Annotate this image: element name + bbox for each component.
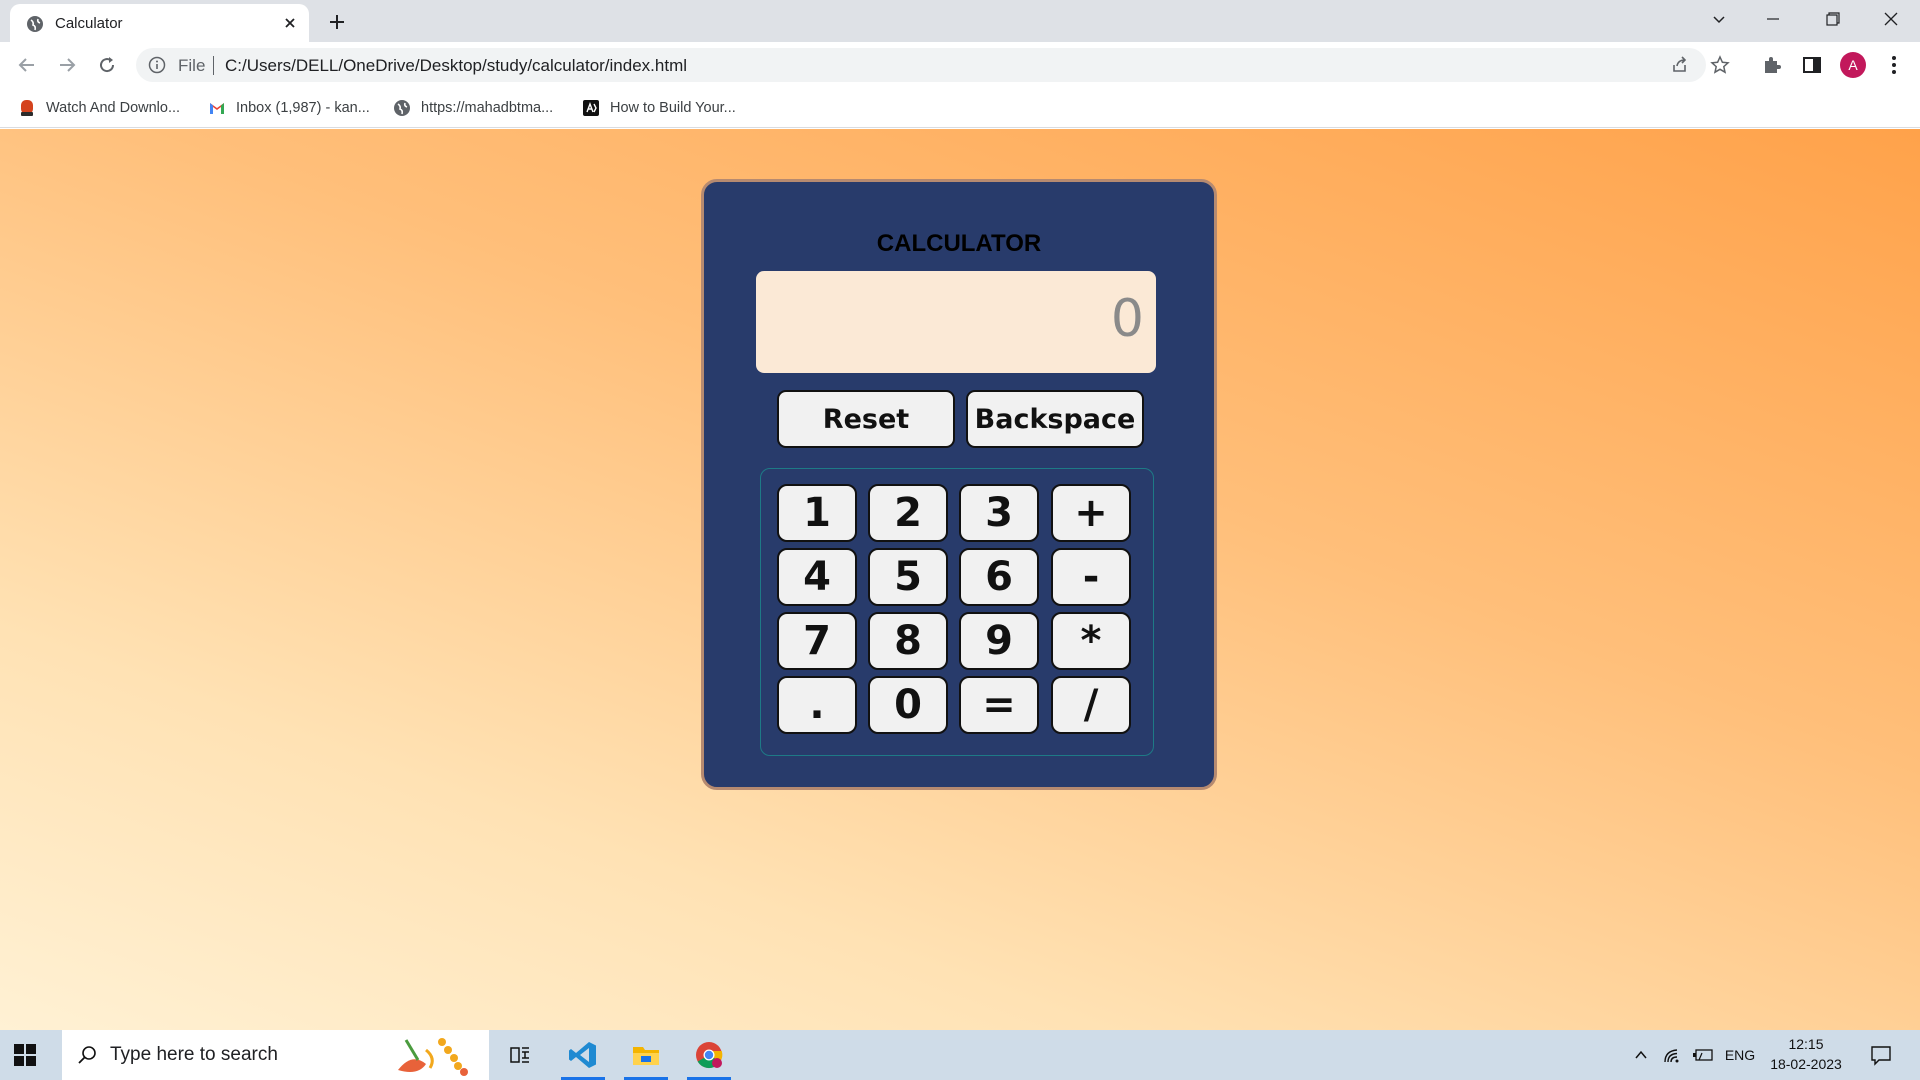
chevron-down-icon (1713, 16, 1725, 24)
key-decimal[interactable]: . (777, 676, 857, 734)
reload-icon (100, 57, 115, 73)
clock-date: 18-02-2023 (1770, 1056, 1842, 1072)
show-hidden-icons-button[interactable] (1628, 1043, 1654, 1067)
site-icon (583, 100, 599, 116)
windows-start-icon[interactable] (12, 1042, 38, 1068)
side-panel-button[interactable] (1800, 53, 1824, 77)
forward-arrow-icon (60, 58, 76, 72)
browser-toolbar: File C:/Users/DELL/OneDrive/Desktop/stud… (0, 42, 1920, 88)
puzzle-icon (1765, 57, 1781, 73)
tab-strip: Calculator (0, 0, 1920, 42)
task-view-button[interactable] (494, 1030, 546, 1080)
menu-button[interactable] (1882, 53, 1906, 77)
key-2[interactable]: 2 (868, 484, 948, 542)
bookmark-3[interactable]: How to Build Your... (582, 96, 736, 120)
restore-button[interactable] (1810, 4, 1856, 34)
bookmark-1[interactable]: Inbox (1,987) - kan... (208, 96, 370, 120)
restore-icon (1826, 12, 1840, 26)
info-icon[interactable] (148, 56, 166, 74)
tab-calculator[interactable]: Calculator (10, 4, 309, 42)
language-indicator[interactable]: ENG (1722, 1043, 1758, 1067)
search-icon (78, 1046, 96, 1064)
star-icon[interactable] (1710, 55, 1730, 75)
backspace-button[interactable]: Backspace (966, 390, 1144, 448)
profile-avatar[interactable]: A (1840, 52, 1866, 78)
close-tab-icon[interactable] (280, 13, 300, 33)
folder-icon (633, 1047, 659, 1065)
scheme-label: File (178, 56, 206, 75)
taskbar-app-file-explorer[interactable] (620, 1030, 672, 1080)
address-bar[interactable]: File C:/Users/DELL/OneDrive/Desktop/stud… (136, 48, 1730, 82)
search-placeholder: Type here to search (110, 1044, 278, 1065)
minimize-button[interactable] (1750, 4, 1796, 34)
key-multiply[interactable]: * (1051, 612, 1131, 670)
tab-title: Calculator (55, 15, 123, 32)
reset-button[interactable]: Reset (777, 390, 955, 448)
app-icon (21, 100, 33, 116)
key-3[interactable]: 3 (959, 484, 1039, 542)
globe-icon (27, 16, 43, 32)
bookmark-label: How to Build Your... (610, 100, 736, 116)
taskbar-app-chrome[interactable] (683, 1030, 735, 1080)
bookmark-label: https://mahadbtma... (421, 100, 554, 116)
taskbar-app-vscode[interactable] (557, 1030, 609, 1080)
wifi-icon (1664, 1049, 1679, 1063)
kebab-menu-icon (1892, 56, 1896, 74)
task-view-icon (510, 1047, 529, 1063)
globe-icon (394, 100, 410, 116)
battery-button[interactable] (1690, 1043, 1716, 1067)
clock-time: 12:15 (1788, 1036, 1824, 1052)
vscode-icon (569, 1042, 596, 1068)
tab-search-button[interactable] (1696, 4, 1742, 34)
key-4[interactable]: 4 (777, 548, 857, 606)
bookmarks-bar: Watch And Downlo... Inbox (1,987) - kan.… (0, 88, 1920, 128)
key-8[interactable]: 8 (868, 612, 948, 670)
key-divide[interactable]: / (1051, 676, 1131, 734)
notification-icon (1871, 1046, 1891, 1066)
side-panel-icon (1803, 57, 1821, 73)
bookmark-label: Watch And Downlo... (46, 100, 181, 116)
key-plus[interactable]: + (1051, 484, 1131, 542)
calculator-title: CALCULATOR (876, 230, 1042, 257)
bookmark-2[interactable]: https://mahadbtma... (393, 96, 553, 120)
key-6[interactable]: 6 (959, 548, 1039, 606)
bookmark-0[interactable]: Watch And Downlo... (18, 96, 180, 120)
new-tab-icon[interactable] (325, 10, 349, 34)
search-highlight-icon (398, 1038, 468, 1076)
key-5[interactable]: 5 (868, 548, 948, 606)
network-button[interactable] (1660, 1043, 1686, 1067)
key-7[interactable]: 7 (777, 612, 857, 670)
calculator-panel: CALCULATOR 0 Reset Backspace 1 2 3 + 4 5… (701, 179, 1217, 790)
key-9[interactable]: 9 (959, 612, 1039, 670)
key-0[interactable]: 0 (868, 676, 948, 734)
extensions-button[interactable] (1760, 53, 1784, 77)
page-viewport: CALCULATOR 0 Reset Backspace 1 2 3 + 4 5… (0, 129, 1920, 1030)
key-minus[interactable]: - (1051, 548, 1131, 606)
back-button[interactable] (12, 50, 42, 80)
calculator-display: 0 (756, 271, 1156, 373)
key-equals[interactable]: = (959, 676, 1039, 734)
clock[interactable]: 12:15 18-02-2023 (1764, 1034, 1848, 1074)
taskbar-search-box[interactable]: Type here to search (62, 1030, 489, 1080)
close-window-button[interactable] (1868, 4, 1914, 34)
back-arrow-icon (18, 58, 34, 72)
chrome-icon (696, 1042, 723, 1069)
action-center-button[interactable] (1866, 1043, 1896, 1067)
bookmark-label: Inbox (1,987) - kan... (236, 100, 370, 116)
taskbar: Type here to search ENG 12:15 18-02-2023 (0, 1030, 1920, 1080)
share-icon[interactable] (1670, 55, 1690, 75)
reload-button[interactable] (92, 50, 122, 80)
omnibox-separator (213, 56, 214, 75)
forward-button[interactable] (52, 50, 82, 80)
url-text[interactable]: C:/Users/DELL/OneDrive/Desktop/study/cal… (225, 56, 687, 76)
key-1[interactable]: 1 (777, 484, 857, 542)
gmail-icon (210, 103, 224, 114)
battery-icon (1693, 1049, 1713, 1061)
chevron-up-icon (1635, 1050, 1647, 1059)
close-icon (1884, 12, 1898, 26)
keypad: 1 2 3 + 4 5 6 - 7 8 9 * . 0 = / (760, 468, 1154, 756)
minimize-icon (1767, 18, 1779, 20)
